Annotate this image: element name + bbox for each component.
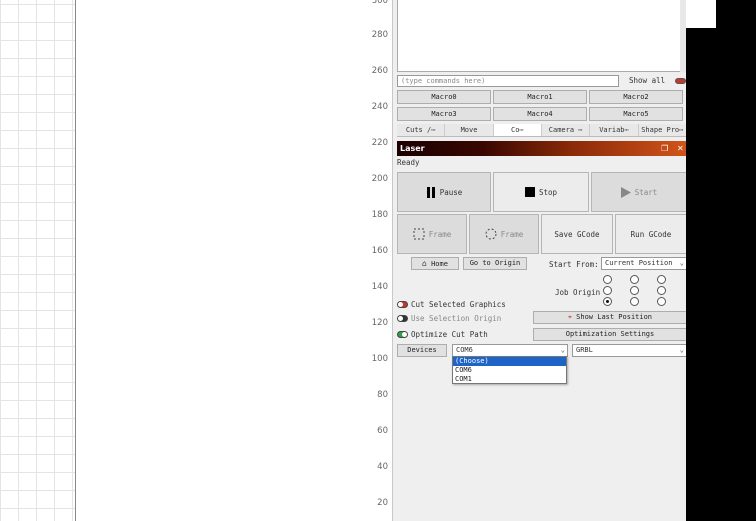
show-all-label: Show all	[629, 76, 666, 85]
ruler-tick: 300	[371, 0, 388, 6]
ruler-tick: 140	[371, 282, 388, 292]
stop-label: Stop	[538, 187, 558, 197]
pause-button[interactable]: Pause	[397, 172, 491, 212]
pause-label: Pause	[439, 187, 463, 197]
macro4-button[interactable]: Macro4	[493, 107, 587, 121]
show-last-position-label: Show Last Position	[576, 313, 653, 321]
frame-circle-icon	[485, 228, 497, 240]
frame-rect-button[interactable]: Frame	[397, 214, 467, 254]
port-dropdown-list: (Choose) COM6 COM1	[452, 356, 567, 384]
chevron-down-icon: ⌄	[679, 259, 684, 267]
device-type-select[interactable]: GRBL ⌄	[572, 344, 687, 357]
home-label: Home	[431, 260, 448, 268]
job-origin-center[interactable]	[630, 286, 639, 295]
optimization-settings-button[interactable]: Optimization Settings	[533, 328, 687, 341]
macro5-button[interactable]: Macro5	[589, 107, 683, 121]
vertical-ruler: 300 280 260 240 220 200 180 160 140 120 …	[360, 0, 392, 521]
tab-camera[interactable]: Camera ⋯	[542, 124, 591, 136]
job-origin-middle-right[interactable]	[657, 286, 666, 295]
ruler-tick: 40	[377, 462, 388, 472]
show-all-toggle[interactable]	[675, 78, 686, 84]
devices-button[interactable]: Devices	[397, 344, 447, 357]
tab-variable-text[interactable]: Variab⋯	[590, 124, 639, 136]
job-origin-top-center[interactable]	[630, 275, 639, 284]
ruler-tick: 20	[377, 498, 388, 508]
use-selection-origin-label: Use Selection Origin	[411, 314, 502, 323]
home-button[interactable]: ⌂ Home	[411, 257, 459, 270]
panel-tabs: Cuts /⋯ Move Co⋯ Camera ⋯ Variab⋯ Shape …	[397, 124, 687, 137]
save-gcode-button[interactable]: Save GCode	[541, 214, 613, 254]
ruler-tick: 220	[371, 138, 388, 148]
console-output[interactable]	[397, 0, 687, 72]
ruler-tick: 100	[371, 354, 388, 364]
job-origin-top-right[interactable]	[657, 275, 666, 284]
desktop-background	[686, 0, 756, 521]
macro1-button[interactable]: Macro1	[493, 90, 587, 104]
job-origin-bottom-right[interactable]	[657, 297, 666, 306]
job-origin-bottom-center[interactable]	[630, 297, 639, 306]
start-from-label: Start From:	[549, 260, 599, 269]
laser-status: Ready	[397, 158, 420, 167]
frame-rect-label: Frame	[428, 229, 452, 239]
optimize-cut-path-label: Optimize Cut Path	[411, 330, 488, 339]
chevron-down-icon: ⌄	[560, 346, 565, 354]
close-icon[interactable]: ✕	[677, 141, 684, 156]
start-from-select[interactable]: Current Position ⌄	[601, 257, 687, 270]
design-canvas[interactable]	[0, 0, 390, 521]
device-type-value: GRBL	[576, 346, 593, 354]
ruler-tick: 160	[371, 246, 388, 256]
macro0-button[interactable]: Macro0	[397, 90, 491, 104]
canvas-workarea[interactable]	[76, 0, 390, 521]
cut-selected-label: Cut Selected Graphics	[411, 300, 506, 309]
port-option[interactable]: COM1	[453, 375, 566, 384]
frame-rect-icon	[413, 228, 425, 240]
macro2-button[interactable]: Macro2	[589, 90, 683, 104]
go-to-origin-button[interactable]: Go to Origin	[463, 257, 527, 270]
tab-console[interactable]: Co⋯	[493, 124, 542, 136]
canvas-left-gutter	[0, 0, 76, 521]
run-gcode-button[interactable]: Run GCode	[615, 214, 687, 254]
laser-title-text: Laser	[400, 144, 425, 153]
job-origin-label: Job Origin	[555, 288, 601, 297]
console-extension	[686, 0, 716, 28]
job-origin-bottom-left[interactable]	[603, 297, 612, 306]
start-label: Start	[634, 187, 658, 197]
tab-move[interactable]: Move	[445, 124, 494, 136]
home-icon: ⌂	[422, 259, 427, 268]
ruler-tick: 200	[371, 174, 388, 184]
ruler-tick: 180	[371, 210, 388, 220]
tab-cuts[interactable]: Cuts /⋯	[397, 124, 446, 136]
pause-icon	[426, 186, 436, 198]
frame-circle-label: Frame	[500, 229, 524, 239]
ruler-tick: 120	[371, 318, 388, 328]
ruler-tick: 80	[377, 390, 388, 400]
cut-selected-toggle[interactable]	[397, 301, 408, 308]
chevron-down-icon: ⌄	[679, 346, 684, 354]
stop-button[interactable]: Stop	[493, 172, 589, 212]
ruler-tick: 60	[377, 426, 388, 436]
stop-icon	[524, 187, 535, 197]
ruler-tick: 280	[371, 30, 388, 40]
port-option[interactable]: (Choose)	[453, 357, 566, 366]
laser-window-title: Laser ❐ ✕	[397, 141, 687, 156]
macro3-button[interactable]: Macro3	[397, 107, 491, 121]
job-origin-top-left[interactable]	[603, 275, 612, 284]
ruler-tick: 240	[371, 102, 388, 112]
crosshair-icon: ⌖	[567, 313, 572, 321]
show-last-position-button[interactable]: ⌖ Show Last Position	[533, 311, 687, 324]
port-value: COM6	[456, 346, 473, 354]
tab-shape-properties[interactable]: Shape Pro⋯	[639, 124, 687, 136]
command-input[interactable]: (type commands here)	[397, 75, 619, 87]
play-icon	[620, 186, 631, 198]
optimize-cut-path-toggle[interactable]	[397, 331, 408, 338]
frame-circle-button[interactable]: Frame	[469, 214, 539, 254]
side-panel: (type commands here) Show all Macro0 Mac…	[392, 0, 687, 521]
start-from-value: Current Position	[605, 259, 673, 267]
ruler-tick: 260	[371, 66, 388, 76]
port-option[interactable]: COM6	[453, 366, 566, 375]
use-selection-origin-toggle[interactable]	[397, 315, 408, 322]
start-button[interactable]: Start	[591, 172, 687, 212]
job-origin-middle-left[interactable]	[603, 286, 612, 295]
float-window-icon[interactable]: ❐	[661, 141, 668, 156]
